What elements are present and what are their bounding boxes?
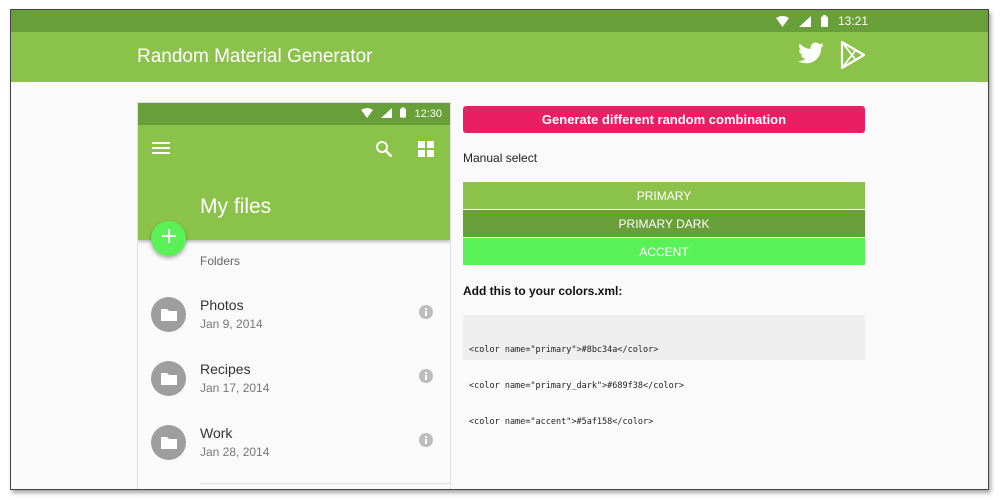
google-play-icon[interactable]: [840, 40, 866, 74]
primary-dark-swatch-button[interactable]: PRIMARY DARK: [463, 210, 865, 237]
status-bar: 13:21: [11, 10, 988, 32]
folder-icon: [151, 361, 186, 396]
folder-icon: [151, 425, 186, 460]
phone-preview: 12:30 My files Folders Photos Jan 9, 201…: [137, 102, 451, 489]
info-icon[interactable]: [419, 433, 433, 452]
colors-xml-code: <color name="primary">#8bc34a</color> <c…: [463, 315, 865, 427]
accent-swatch-button[interactable]: ACCENT: [463, 238, 865, 265]
primary-swatch-button[interactable]: PRIMARY: [463, 182, 865, 209]
signal-icon: [798, 15, 811, 27]
item-name: Photos: [200, 297, 244, 313]
code-line: <color name="primary">#8bc34a</color>: [469, 345, 659, 355]
item-date: Jan 17, 2014: [200, 381, 270, 395]
folder-icon: [151, 297, 186, 332]
folders-section-label: Folders: [200, 254, 241, 268]
search-icon[interactable]: [375, 140, 393, 163]
list-item[interactable]: Work Jan 28, 2014: [138, 415, 450, 479]
wifi-icon: [361, 107, 374, 121]
generate-random-button[interactable]: Generate different random combination: [463, 106, 865, 133]
app-title: Random Material Generator: [137, 46, 373, 67]
code-line: <color name="primary_dark">#689f38</colo…: [469, 381, 684, 391]
list-divider: [200, 483, 450, 484]
code-line: <color name="accent">#5af158</color>: [469, 417, 654, 427]
item-name: Work: [200, 425, 233, 441]
phone-status-time: 12:30: [414, 108, 442, 120]
add-icon: [161, 229, 176, 248]
add-fab-button[interactable]: [151, 221, 186, 256]
battery-icon: [400, 107, 407, 121]
phone-toolbar: My files: [138, 125, 450, 240]
phone-status-bar: 12:30: [138, 103, 450, 125]
signal-icon: [381, 107, 393, 121]
info-icon[interactable]: [419, 369, 433, 388]
colors-xml-label: Add this to your colors.xml:: [463, 284, 623, 298]
grid-view-icon[interactable]: [418, 141, 434, 162]
phone-page-title: My files: [200, 195, 272, 218]
info-icon[interactable]: [419, 305, 433, 324]
battery-icon: [820, 15, 828, 27]
wifi-icon: [775, 15, 789, 27]
menu-icon[interactable]: [152, 141, 170, 160]
item-name: Recipes: [200, 361, 251, 377]
status-time: 13:21: [837, 14, 868, 28]
list-item[interactable]: Recipes Jan 17, 2014: [138, 351, 450, 415]
twitter-icon[interactable]: [797, 42, 825, 73]
list-item[interactable]: Photos Jan 9, 2014: [138, 287, 450, 351]
manual-select-label: Manual select: [463, 151, 538, 165]
app-bar: Random Material Generator: [11, 32, 988, 82]
app-window: 13:21 Random Material Generator 12:30 My…: [10, 9, 989, 490]
item-date: Jan 9, 2014: [200, 317, 263, 331]
item-date: Jan 28, 2014: [200, 445, 270, 459]
